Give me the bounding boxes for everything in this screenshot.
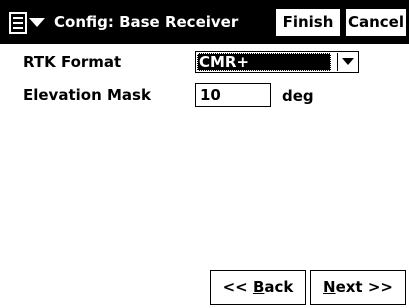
window-title: Config: Base Receiver [54,13,239,31]
rtk-format-select[interactable]: CMR+ [195,51,359,73]
elevation-mask-input[interactable] [195,83,271,107]
back-prefix: << [222,278,253,296]
rtk-format-value: CMR+ [197,53,331,71]
elevation-mask-unit: deg [282,87,314,105]
rtk-format-label: RTK Format [23,53,122,71]
finish-button[interactable]: Finish [275,8,341,37]
menu-button[interactable] [4,6,50,39]
next-button[interactable]: Next >> [310,270,406,305]
elevation-mask-label: Elevation Mask [23,86,151,104]
next-rest: ext >> [335,278,393,296]
back-hotkey: B [252,278,265,296]
menu-list-icon [9,11,27,34]
chevron-down-icon [29,17,45,27]
back-rest: ack [264,278,294,296]
cancel-button[interactable]: Cancel [345,8,407,37]
next-hotkey: N [323,278,336,296]
dropdown-arrow-icon[interactable] [337,53,357,71]
title-bar: Config: Base Receiver Finish Cancel [0,0,409,44]
back-button[interactable]: << Back [210,270,306,305]
